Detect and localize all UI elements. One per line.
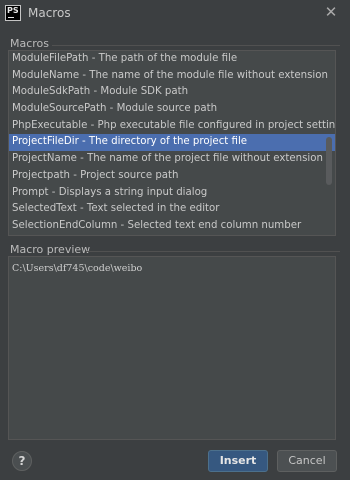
window-title: Macros <box>28 6 71 20</box>
macro-list-item[interactable]: ModuleName - The name of the module file… <box>9 68 335 85</box>
macros-separator <box>52 45 340 46</box>
macro-list-item[interactable]: Prompt - Displays a string input dialog <box>9 185 335 202</box>
macro-preview-area[interactable]: C:\Users\df745\code\weibo <box>8 256 336 440</box>
scrollbar-thumb[interactable] <box>326 137 332 185</box>
app-icon-text: PS <box>7 6 19 15</box>
title-bar: PS Macros ✕ <box>0 0 350 26</box>
insert-button[interactable]: Insert <box>208 450 268 472</box>
phpstorm-app-icon: PS <box>5 5 21 21</box>
close-icon[interactable]: ✕ <box>322 3 340 21</box>
macro-list-item[interactable]: Projectpath - Project source path <box>9 168 335 185</box>
macro-preview-label: Macro preview <box>10 243 91 256</box>
help-button[interactable]: ? <box>12 451 32 471</box>
preview-separator <box>86 251 340 252</box>
macro-preview-value: C:\Users\df745\code\weibo <box>12 263 143 274</box>
macro-list-item[interactable]: SelectedText - Text selected in the edit… <box>9 201 335 218</box>
macro-list-item[interactable]: SelectionEndColumn - Selected text end c… <box>9 218 335 235</box>
macro-list-item[interactable]: ModuleFilePath - The path of the module … <box>9 51 335 68</box>
macros-label: Macros <box>10 37 50 50</box>
macro-list-item[interactable]: ModuleSdkPath - Module SDK path <box>9 84 335 101</box>
macro-list-scrollbar[interactable] <box>326 51 332 235</box>
macro-list-item[interactable]: ProjectName - The name of the project fi… <box>9 151 335 168</box>
macro-list-item[interactable]: ModuleSourcePath - Module source path <box>9 101 335 118</box>
macro-list[interactable]: ModuleFilePath - The path of the module … <box>8 50 336 236</box>
macro-list-item[interactable]: ProjectFileDir - The directory of the pr… <box>9 134 335 152</box>
cancel-button[interactable]: Cancel <box>277 450 337 472</box>
macro-list-item[interactable]: PhpExecutable - Php executable file conf… <box>9 118 335 135</box>
